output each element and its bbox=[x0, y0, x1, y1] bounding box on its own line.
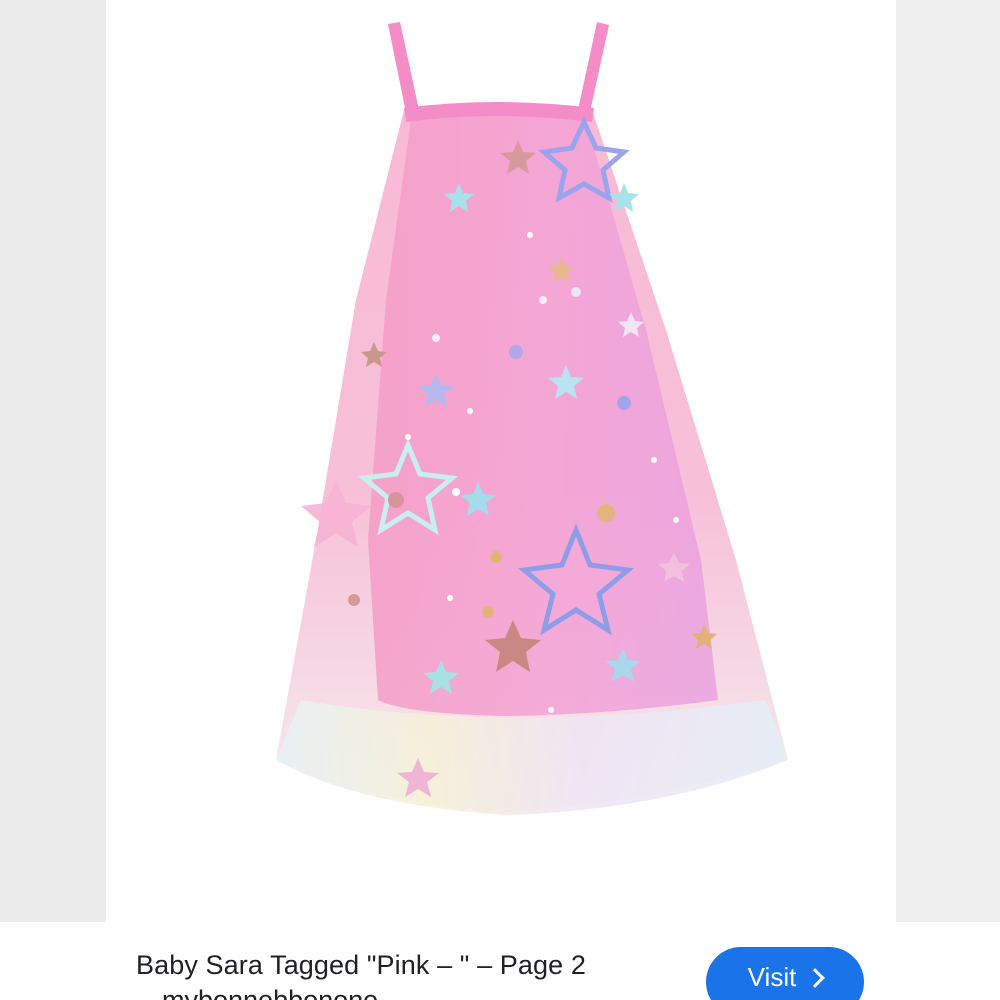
result-source[interactable]: mybonnebbonone bbox=[162, 985, 378, 1000]
image-viewer: Baby Sara Tagged "Pink – " – Page 2 mybo… bbox=[0, 0, 1000, 1000]
visit-button[interactable]: Visit bbox=[706, 947, 864, 1000]
visit-button-label: Visit bbox=[747, 961, 797, 992]
result-title[interactable]: Baby Sara Tagged "Pink – " – Page 2 bbox=[136, 950, 586, 981]
next-image-strip[interactable] bbox=[896, 0, 1000, 1000]
left-strap bbox=[388, 22, 419, 113]
previous-image-strip[interactable] bbox=[0, 0, 106, 1000]
chevron-right-icon bbox=[805, 968, 826, 988]
product-image[interactable] bbox=[106, 0, 896, 922]
right-strap bbox=[578, 22, 609, 112]
dress-illustration bbox=[276, 22, 788, 815]
